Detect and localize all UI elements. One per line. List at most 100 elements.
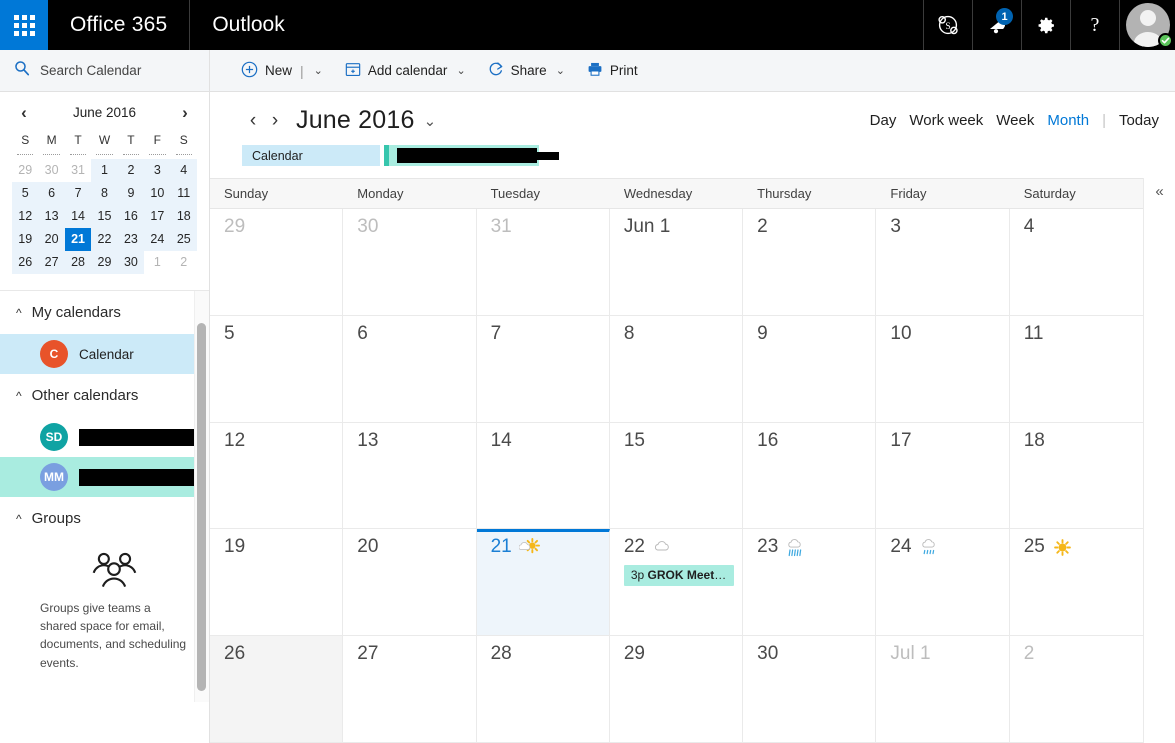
day-cell[interactable]: 19 bbox=[210, 529, 344, 636]
day-cell[interactable]: 27 bbox=[343, 636, 477, 742]
notifications-button[interactable]: 1 bbox=[972, 0, 1021, 50]
mini-day-30[interactable]: 30 bbox=[38, 159, 64, 182]
day-cell[interactable]: 3 bbox=[876, 209, 1010, 315]
help-button[interactable]: ? bbox=[1070, 0, 1119, 50]
day-cell[interactable]: 2 bbox=[1010, 636, 1143, 742]
next-period-button[interactable]: › bbox=[264, 111, 286, 130]
mini-day-6[interactable]: 6 bbox=[38, 182, 65, 205]
mini-day-11[interactable]: 11 bbox=[170, 182, 197, 205]
day-cell[interactable]: 12 bbox=[210, 422, 344, 529]
mini-day-1[interactable]: 1 bbox=[144, 251, 170, 274]
sidebar-scroll-track[interactable] bbox=[194, 291, 209, 702]
mini-day-19[interactable]: 19 bbox=[12, 228, 39, 251]
mini-day-10[interactable]: 10 bbox=[144, 182, 171, 205]
day-cell[interactable]: 29 bbox=[610, 636, 744, 742]
day-cell[interactable]: 5 bbox=[210, 315, 344, 422]
share-button[interactable]: Share ⌄ bbox=[479, 56, 574, 85]
view-option-day[interactable]: Day bbox=[870, 112, 897, 129]
mini-day-20[interactable]: 20 bbox=[38, 228, 65, 251]
mini-day-18[interactable]: 18 bbox=[170, 205, 197, 228]
mini-day-8[interactable]: 8 bbox=[91, 182, 118, 205]
day-cell[interactable]: 18 bbox=[1010, 423, 1143, 529]
day-cell[interactable]: 25 bbox=[1010, 529, 1143, 635]
mini-calendar-title[interactable]: June 2016 bbox=[73, 105, 136, 120]
mini-day-24[interactable]: 24 bbox=[144, 228, 171, 251]
mini-day-17[interactable]: 17 bbox=[144, 205, 171, 228]
chevron-down-icon[interactable]: ⌄ bbox=[456, 64, 465, 77]
mini-day-9[interactable]: 9 bbox=[117, 182, 145, 205]
day-cell[interactable]: 22 3p GROK Meeting bbox=[610, 529, 744, 636]
other-calendars-group-header[interactable]: ^ Other calendars bbox=[0, 374, 209, 417]
mini-day-13[interactable]: 13 bbox=[38, 205, 65, 228]
office365-brand[interactable]: Office 365 bbox=[48, 0, 191, 50]
calendar-list-item[interactable]: MM bbox=[0, 457, 209, 497]
calendar-list-item[interactable]: SD bbox=[0, 417, 209, 457]
my-calendars-group-header[interactable]: ^ My calendars bbox=[0, 291, 209, 334]
day-cell[interactable]: 23 bbox=[743, 529, 877, 636]
day-cell[interactable]: 2 bbox=[743, 209, 877, 315]
page-title[interactable]: June 2016 bbox=[296, 106, 415, 135]
groups-group-header[interactable]: ^ Groups bbox=[0, 497, 209, 540]
mini-day-29[interactable]: 29 bbox=[91, 251, 118, 274]
day-cell[interactable]: 17 bbox=[876, 422, 1010, 529]
day-cell[interactable]: 30 bbox=[743, 636, 877, 742]
day-cell[interactable]: 29 bbox=[210, 209, 344, 315]
day-cell[interactable]: 11 bbox=[1010, 316, 1143, 422]
day-cell[interactable]: 14 bbox=[477, 422, 610, 529]
account-avatar-button[interactable] bbox=[1119, 0, 1175, 50]
calendar-event[interactable]: 3p GROK Meeting bbox=[623, 565, 735, 587]
mini-day-27[interactable]: 27 bbox=[38, 251, 65, 274]
calendar-tab-redacted[interactable] bbox=[384, 145, 559, 166]
day-cell[interactable]: 10 bbox=[876, 315, 1010, 422]
day-cell[interactable]: 6 bbox=[343, 315, 477, 422]
mini-next-month-button[interactable]: › bbox=[175, 104, 195, 121]
day-cell[interactable]: 20 bbox=[343, 529, 477, 636]
day-cell[interactable]: 31 bbox=[477, 209, 610, 315]
view-option-month[interactable]: Month bbox=[1047, 112, 1089, 129]
mini-day-2[interactable]: 2 bbox=[171, 251, 197, 274]
mini-day-29[interactable]: 29 bbox=[12, 159, 38, 182]
mini-prev-month-button[interactable]: ‹ bbox=[14, 104, 34, 121]
print-button[interactable]: Print bbox=[578, 56, 647, 85]
search-input[interactable] bbox=[40, 63, 190, 78]
day-cell[interactable]: 16 bbox=[743, 422, 877, 529]
calendar-list-item[interactable]: C Calendar bbox=[0, 334, 209, 374]
mini-day-1[interactable]: 1 bbox=[91, 159, 118, 182]
day-cell[interactable]: 7 bbox=[477, 315, 610, 422]
mini-day-25[interactable]: 25 bbox=[170, 228, 197, 251]
day-cell[interactable]: Jul 1 bbox=[876, 636, 1010, 742]
day-cell[interactable]: 24 bbox=[876, 529, 1010, 636]
mini-day-30[interactable]: 30 bbox=[117, 251, 145, 274]
view-option-work-week[interactable]: Work week bbox=[909, 112, 983, 129]
prev-period-button[interactable]: ‹ bbox=[242, 111, 264, 130]
mini-day-26[interactable]: 26 bbox=[12, 251, 39, 274]
app-title-outlook[interactable]: Outlook bbox=[190, 0, 306, 50]
day-cell[interactable]: 13 bbox=[343, 422, 477, 529]
day-cell[interactable]: 26 bbox=[210, 636, 344, 742]
new-button[interactable]: New | ⌄ bbox=[232, 56, 332, 86]
day-cell[interactable]: 15 bbox=[610, 422, 744, 529]
mini-day-23[interactable]: 23 bbox=[117, 228, 145, 251]
view-option-week[interactable]: Week bbox=[996, 112, 1034, 129]
chevron-down-icon[interactable]: ⌄ bbox=[424, 112, 437, 130]
add-calendar-button[interactable]: Add calendar ⌄ bbox=[336, 56, 475, 85]
day-cell[interactable]: Jun 1 bbox=[610, 209, 744, 315]
mini-day-31[interactable]: 31 bbox=[65, 159, 91, 182]
today-button[interactable]: Today bbox=[1119, 112, 1159, 129]
mini-day-28[interactable]: 28 bbox=[64, 251, 92, 274]
skype-button[interactable]: S bbox=[923, 0, 972, 50]
day-cell[interactable]: 4 bbox=[1010, 209, 1143, 315]
mini-day-14[interactable]: 14 bbox=[64, 205, 92, 228]
mini-day-12[interactable]: 12 bbox=[12, 205, 39, 228]
day-cell[interactable]: 28 bbox=[477, 636, 610, 742]
day-cell[interactable]: 9 bbox=[743, 315, 877, 422]
settings-button[interactable] bbox=[1021, 0, 1070, 50]
mini-day-2[interactable]: 2 bbox=[117, 159, 145, 182]
search-container[interactable] bbox=[0, 50, 210, 92]
day-cell[interactable]: 8 bbox=[610, 315, 744, 422]
mini-day-21[interactable]: 21 bbox=[64, 228, 92, 251]
sidebar-scrollbar-thumb[interactable] bbox=[197, 323, 206, 691]
mini-day-16[interactable]: 16 bbox=[117, 205, 145, 228]
mini-day-15[interactable]: 15 bbox=[91, 205, 118, 228]
mini-day-4[interactable]: 4 bbox=[170, 159, 197, 182]
